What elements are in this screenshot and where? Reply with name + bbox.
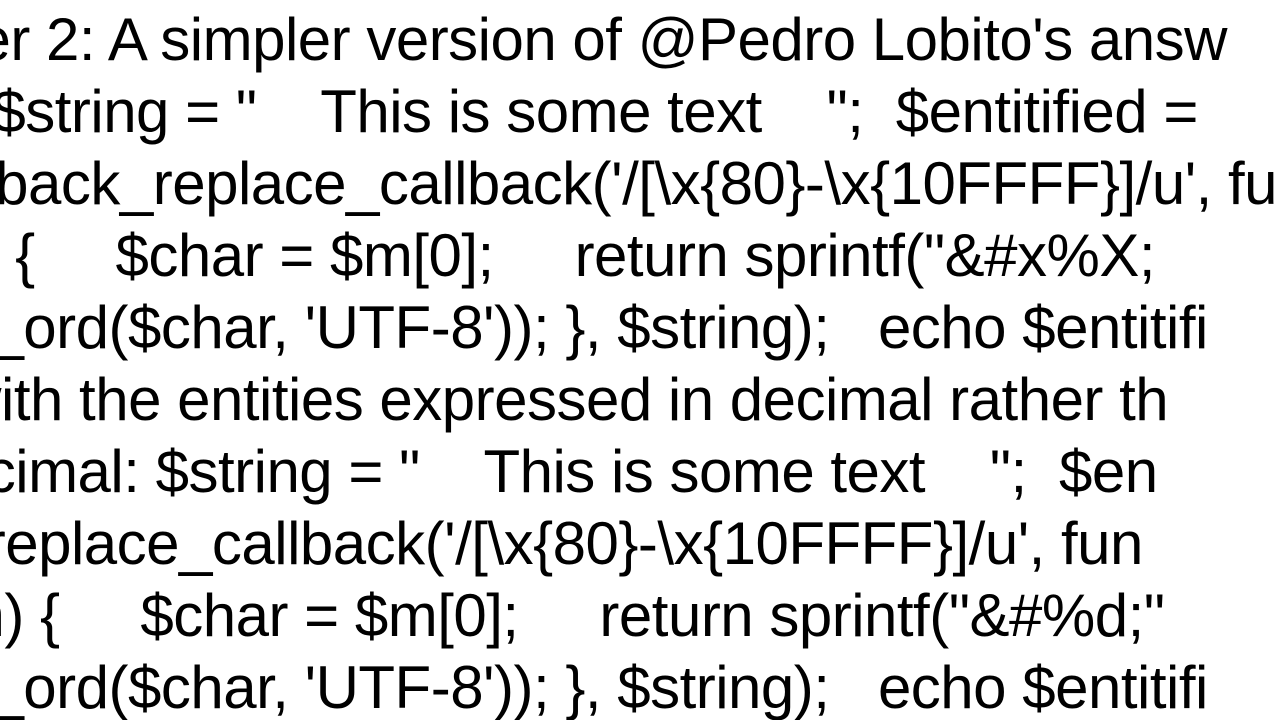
cropped-text-viewport: ver 2: A simpler version of @Pedro Lobit… [0, 0, 1280, 720]
code-line-7: decimal: $string = " This is some text "… [0, 436, 1158, 508]
code-line-10: mb_ord_ord($char, 'UTF-8')); }, $string)… [0, 652, 1208, 720]
code-line-2: $string = " This is some text "; $entiti… [0, 76, 1214, 148]
code-line-9: $m) { $char = $m[0]; return sprintf("&#%… [0, 580, 1165, 652]
code-line-5: mb_ord_ord($char, 'UTF-8')); }, $string)… [0, 292, 1208, 364]
code-line-8: g_replace_callback('/[\x{80}-\x{10FFFF}]… [0, 508, 1143, 580]
code-line-1: ver 2: A simpler version of @Pedro Lobit… [0, 4, 1227, 76]
code-line-4: m) { $char = $m[0]; return sprintf("&#x%… [0, 220, 1155, 292]
code-line-6: with the entities expressed in decimal r… [0, 364, 1168, 436]
code-line-3: preg_replace_callback_replace_callback('… [0, 148, 1280, 220]
